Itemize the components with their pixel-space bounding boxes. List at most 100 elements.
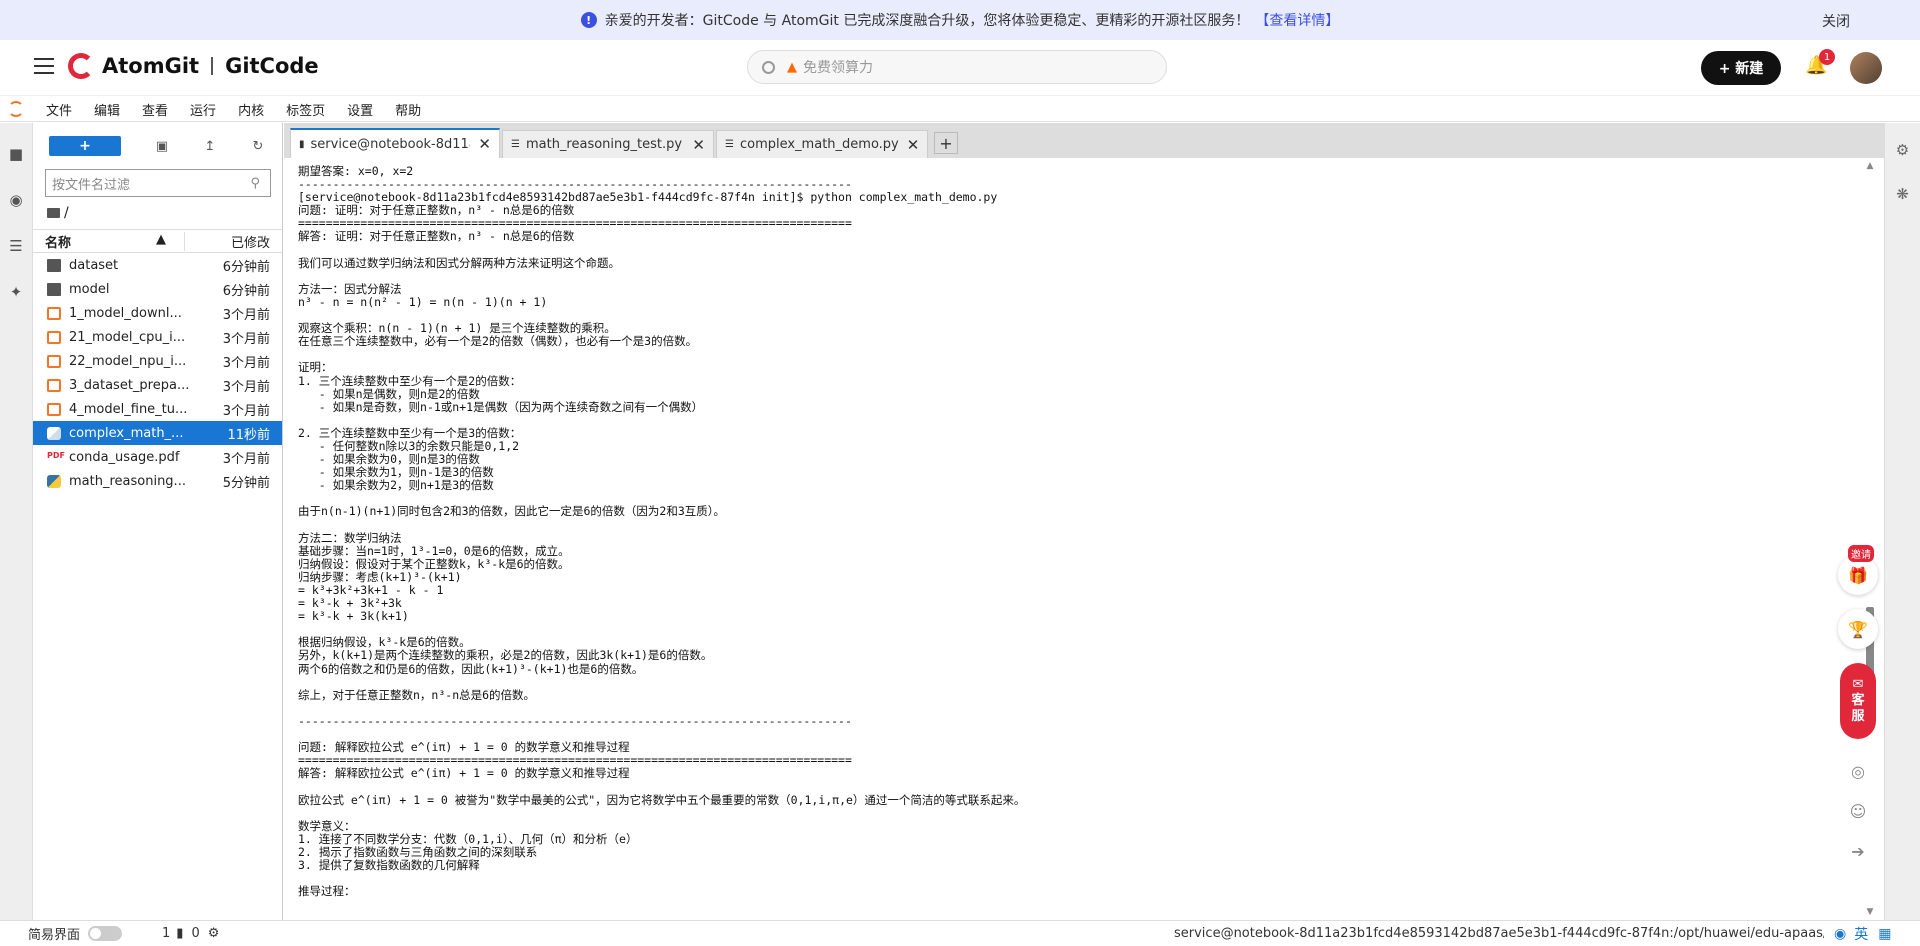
upload-icon[interactable]: ↥ xyxy=(203,139,217,154)
tab-label: service@notebook-8d11a2 xyxy=(310,136,471,152)
file-modified: 3个月前 xyxy=(222,307,270,323)
scroll-down-icon[interactable]: ▼ xyxy=(1864,907,1876,917)
toc-list-icon[interactable]: ☰ xyxy=(7,237,25,255)
terminal-line: = k³+3k²+3k+1 - k - 1 xyxy=(298,583,444,597)
arrow-right-icon[interactable]: ➔ xyxy=(1840,833,1876,869)
running-icon[interactable]: ◉ xyxy=(7,191,25,209)
file-modified: 5分钟前 xyxy=(222,475,270,491)
file-row[interactable]: 1_model_downl... 3个月前 xyxy=(33,301,282,325)
column-modified[interactable]: 已修改 xyxy=(185,232,282,251)
terminal-output[interactable]: 期望答案: x=0, x=2 --------------------------… xyxy=(298,165,1854,915)
menu-tabs[interactable]: 标签页 xyxy=(286,100,325,119)
hamburger-menu-icon[interactable] xyxy=(34,58,54,76)
tab-math-reasoning[interactable]: ☰ math_reasoning_test.py ✕ xyxy=(502,130,714,158)
grid-icon[interactable]: ▦ xyxy=(1878,926,1891,942)
terminal-line: 归纳假设：假设对于某个正整数k，k³-k是6的倍数。 xyxy=(298,556,570,571)
banner-close-button[interactable]: 关闭 xyxy=(1822,11,1850,31)
terminal-line: 2. 三个连续整数中至少有一个是3的倍数： xyxy=(298,425,522,440)
menu-run[interactable]: 运行 xyxy=(190,100,216,119)
terminal-line: 3. 提供了复数指数函数的几何解释 xyxy=(298,857,480,872)
file-row[interactable]: dataset 6分钟前 xyxy=(33,253,282,277)
invite-gift-icon[interactable]: 🎁 邀请 xyxy=(1838,545,1878,595)
tab-terminal[interactable]: ▮ service@notebook-8d11a2 ✕ xyxy=(290,128,500,158)
file-row[interactable]: math_reasoning... 5分钟前 xyxy=(33,469,282,493)
terminal-line: = k³-k + 3k²+3k xyxy=(298,596,402,611)
menu-file[interactable]: 文件 xyxy=(46,100,72,119)
close-icon[interactable]: ✕ xyxy=(907,136,920,154)
customer-service-button[interactable]: ✉ 客 服 xyxy=(1840,663,1876,739)
announcement-banner: ! 亲爱的开发者：GitCode 与 AtomGit 已完成深度融合升级，您将体… xyxy=(0,0,1920,40)
terminal-line: 证明： xyxy=(298,360,333,375)
column-name[interactable]: 名称 ▲ xyxy=(33,231,185,251)
menu-edit[interactable]: 编辑 xyxy=(94,100,120,119)
main-dock-area: ▮ service@notebook-8d11a2 ✕ ☰ math_reaso… xyxy=(284,123,1884,920)
file-name: 3_dataset_prepa... xyxy=(69,377,189,393)
ime-indicator[interactable]: ◉ 英 ▦ xyxy=(1826,921,1920,946)
menu-settings[interactable]: 设置 xyxy=(347,100,373,119)
new-button[interactable]: + 新建 xyxy=(1701,51,1781,85)
chat-icon: ✉ xyxy=(1852,677,1864,692)
file-row[interactable]: PDF conda_usage.pdf 3个月前 xyxy=(33,445,282,469)
new-folder-icon[interactable]: ▣ xyxy=(155,139,169,154)
terminal-line: 在任意三个连续整数中，必有一个是2的倍数（偶数），也必有一个是3的倍数。 xyxy=(298,334,698,349)
feedback-icon[interactable]: ◎ xyxy=(1840,753,1876,789)
refresh-icon[interactable]: ↻ xyxy=(251,139,265,154)
jupyter-logo-icon xyxy=(8,101,24,117)
extension-puzzle-icon[interactable]: ✦ xyxy=(7,283,25,301)
smiley-icon[interactable]: ☺ xyxy=(1840,793,1876,829)
menu-view[interactable]: 查看 xyxy=(142,100,168,119)
file-row[interactable]: 3_dataset_prepa... 3个月前 xyxy=(33,373,282,397)
close-icon[interactable]: ✕ xyxy=(692,136,705,154)
site-logo[interactable]: AtomGit GitCode xyxy=(68,53,319,79)
file-name: 4_model_fine_tu... xyxy=(69,401,188,417)
notification-badge: 1 xyxy=(1819,49,1835,65)
search-input[interactable]: ▲ 免费领算力 xyxy=(747,50,1167,84)
property-inspector-icon[interactable]: ⚙ xyxy=(1894,141,1912,159)
scroll-up-icon[interactable]: ▲ xyxy=(1864,161,1876,171)
notebook-icon xyxy=(47,378,61,392)
file-row[interactable]: 21_model_cpu_i... 3个月前 xyxy=(33,325,282,349)
folder-icon[interactable]: ■ xyxy=(7,145,25,163)
pdf-icon: PDF xyxy=(47,450,65,460)
trophy-icon[interactable]: 🏆 xyxy=(1838,609,1878,649)
filter-input[interactable]: 按文件名过滤 ⚲ xyxy=(45,169,271,197)
file-modified: 3个月前 xyxy=(222,451,270,467)
file-row[interactable]: model 6分钟前 xyxy=(33,277,282,301)
simple-mode-toggle[interactable] xyxy=(88,925,123,941)
filter-placeholder: 按文件名过滤 xyxy=(52,177,131,193)
invite-tag: 邀请 xyxy=(1848,545,1874,562)
add-tab-button[interactable]: + xyxy=(934,132,958,154)
file-row[interactable]: 22_model_npu_i... 3个月前 xyxy=(33,349,282,373)
banner-details-link[interactable]: 【查看详情】 xyxy=(1255,10,1339,30)
file-name: 22_model_npu_i... xyxy=(69,353,187,369)
file-name: 1_model_downl... xyxy=(69,305,182,321)
notebook-icon xyxy=(47,306,61,320)
logo-separator xyxy=(211,57,214,75)
menu-help[interactable]: 帮助 xyxy=(395,100,421,119)
terminal-line: - 如果余数为1，则n-1是3的倍数 xyxy=(298,465,494,480)
tab-label: complex_math_demo.py xyxy=(739,137,899,152)
breadcrumb[interactable]: / xyxy=(33,197,282,229)
menu-kernel[interactable]: 内核 xyxy=(238,100,264,119)
terminal-line: = k³-k + 3k(k+1) xyxy=(298,609,409,624)
user-avatar[interactable] xyxy=(1850,52,1882,84)
file-row[interactable]: complex_math_... 11秒前 xyxy=(33,421,282,445)
tab-complex-math[interactable]: ☰ complex_math_demo.py ✕ xyxy=(716,130,928,158)
close-icon[interactable]: ✕ xyxy=(478,135,491,153)
notebook-icon xyxy=(47,402,61,416)
notification-bell-icon[interactable]: 🔔 1 xyxy=(1805,49,1835,76)
file-name: conda_usage.pdf xyxy=(69,449,180,465)
file-name: math_reasoning... xyxy=(69,473,186,489)
file-modified: 3个月前 xyxy=(222,355,270,371)
new-launcher-button[interactable]: + xyxy=(49,136,121,156)
debugger-bug-icon[interactable]: ❋ xyxy=(1894,185,1912,203)
file-row[interactable]: 4_model_fine_tu... 3个月前 xyxy=(33,397,282,421)
